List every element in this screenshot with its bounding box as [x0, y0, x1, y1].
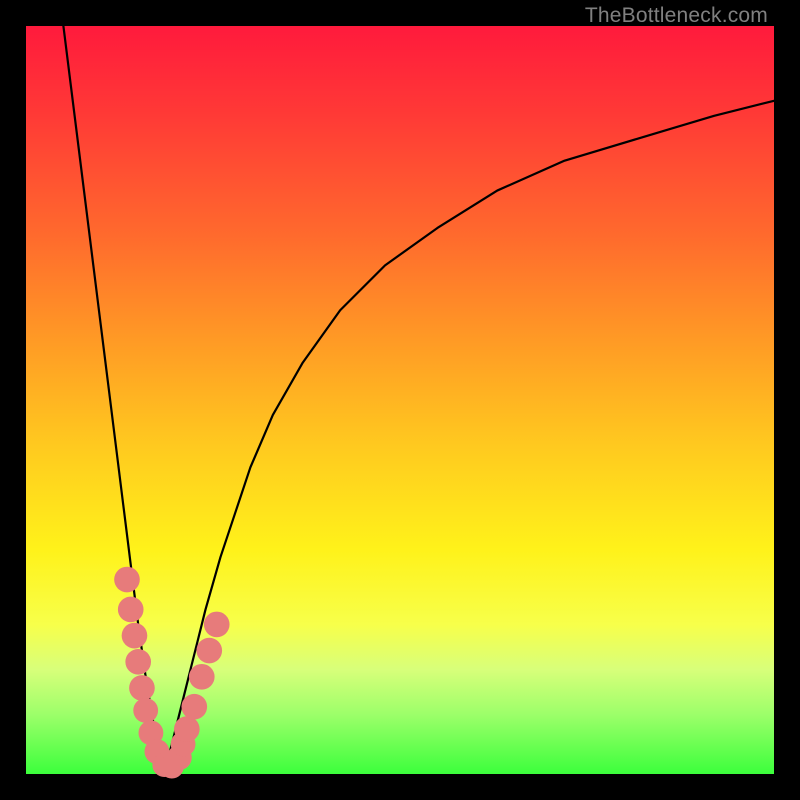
- data-marker: [181, 694, 207, 720]
- marker-layer: [114, 567, 229, 779]
- data-marker: [129, 675, 155, 701]
- data-marker: [133, 698, 158, 723]
- data-marker: [196, 638, 222, 664]
- data-marker: [125, 649, 151, 675]
- chart-frame: TheBottleneck.com: [0, 0, 800, 800]
- data-marker: [189, 664, 215, 690]
- data-marker: [118, 597, 144, 623]
- data-marker: [122, 623, 148, 649]
- chart-plot-area: [26, 26, 774, 774]
- data-marker: [174, 716, 200, 742]
- data-marker: [114, 567, 140, 593]
- curve-layer: [63, 26, 774, 774]
- watermark-text: TheBottleneck.com: [585, 4, 768, 28]
- curve-right-branch: [164, 101, 774, 774]
- chart-svg: [26, 26, 774, 774]
- data-marker: [204, 612, 230, 638]
